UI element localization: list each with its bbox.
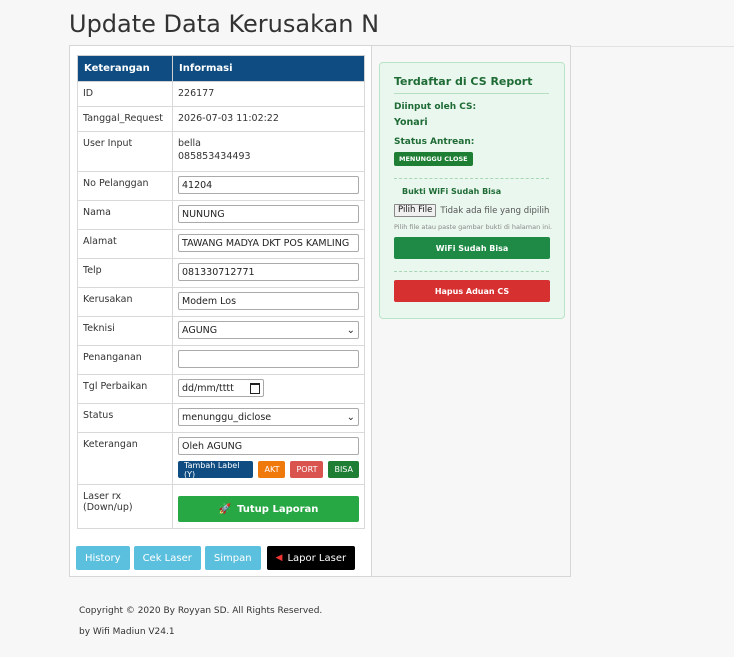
bukti-title: Bukti WiFi Sudah Bisa <box>402 187 502 196</box>
tanggal-label: Tanggal_Request <box>77 106 173 132</box>
divider <box>394 178 549 179</box>
tutup-laporan-label: Tutup Laporan <box>237 503 319 515</box>
tambah-label-button[interactable]: Tambah Label (Y) <box>178 461 254 479</box>
telp-label: Telp <box>77 258 173 288</box>
hapus-aduan-button[interactable]: Hapus Aduan CS <box>394 280 550 302</box>
table-row: Laser rx (Down/up) 🚀 Tutup Laporan <box>77 484 365 529</box>
divider <box>394 271 549 272</box>
laser-label: Laser rx (Down/up) <box>77 484 173 529</box>
table-header-row: Keterangan Informasi <box>77 55 365 82</box>
table-row: Telp 081330712771 <box>77 258 365 288</box>
table-row: Status menunggu_diclose ⌄ <box>77 403 365 433</box>
table-row: Teknisi AGUNG ⌄ <box>77 316 365 346</box>
status-badge: MENUNGGU CLOSE <box>394 152 473 166</box>
status-selected: menunggu_diclose <box>182 411 272 423</box>
file-status: Tidak ada file yang dipilih <box>440 205 550 216</box>
label-button-row: Tambah Label (Y) AKT PORT BISA <box>178 461 359 479</box>
pilih-file-button[interactable]: Pilih File <box>394 204 437 217</box>
footer-copyright: Copyright © 2020 By Royyan SD. All Right… <box>79 606 323 616</box>
megaphone-icon: ◀ <box>275 553 283 563</box>
keterangan-input[interactable]: Oleh AGUNG <box>178 437 359 455</box>
lapor-laser-label: Lapor Laser <box>287 552 347 564</box>
chevron-down-icon: ⌄ <box>346 324 355 336</box>
form-column: Keterangan Informasi ID 226177 Tanggal_R… <box>70 46 372 576</box>
table-row: Tgl Perbaikan dd/mm/tttt <box>77 374 365 404</box>
rocket-icon: 🚀 <box>218 503 232 515</box>
cs-report-title: Terdaftar di CS Report <box>394 75 533 88</box>
file-input[interactable]: Pilih File Tidak ada file yang dipilih <box>394 204 549 217</box>
date-placeholder: dd/mm/tttt <box>182 382 234 394</box>
user-value: bella 085853434493 <box>172 131 365 172</box>
akt-button[interactable]: AKT <box>258 461 286 478</box>
main-panel: Keterangan Informasi ID 226177 Tanggal_R… <box>69 45 571 577</box>
bottom-button-row: History Cek Laser Simpan ◀ Lapor Laser <box>76 546 356 570</box>
page-title: Update Data Kerusakan N <box>69 10 380 38</box>
id-label: ID <box>77 81 173 107</box>
divider <box>394 93 549 94</box>
status-select[interactable]: menunggu_diclose ⌄ <box>178 408 359 426</box>
no-pelanggan-input[interactable]: 41204 <box>178 176 359 194</box>
tgl-perbaikan-input[interactable]: dd/mm/tttt <box>178 379 264 397</box>
cs-report-card: Terdaftar di CS Report Diinput oleh CS: … <box>379 62 565 319</box>
simpan-button[interactable]: Simpan <box>204 546 261 570</box>
teknisi-label: Teknisi <box>77 316 173 346</box>
user-phone: 085853434493 <box>178 151 251 162</box>
footer-version: by Wifi Madiun V24.1 <box>79 627 175 637</box>
wifi-sudah-bisa-button[interactable]: WiFi Sudah Bisa <box>394 237 550 259</box>
diinput-value: Yonari <box>394 117 428 128</box>
history-button[interactable]: History <box>76 546 130 570</box>
cek-laser-button[interactable]: Cek Laser <box>133 546 201 570</box>
status-label: Status <box>77 403 173 433</box>
teknisi-select[interactable]: AGUNG ⌄ <box>178 321 359 339</box>
alamat-label: Alamat <box>77 229 173 259</box>
user-label: User Input <box>77 131 173 172</box>
form-table: Keterangan Informasi ID 226177 Tanggal_R… <box>77 55 365 529</box>
table-row: Penanganan <box>77 345 365 375</box>
table-row: No Pelanggan 41204 <box>77 171 365 201</box>
table-row: User Input bella 085853434493 <box>77 131 365 172</box>
cs-column: Terdaftar di CS Report Diinput oleh CS: … <box>372 46 570 576</box>
kerusakan-label: Kerusakan <box>77 287 173 317</box>
port-button[interactable]: PORT <box>290 461 324 478</box>
telp-input[interactable]: 081330712771 <box>178 263 359 281</box>
table-row: ID 226177 <box>77 81 365 107</box>
chevron-down-icon: ⌄ <box>346 411 355 423</box>
calendar-icon[interactable] <box>250 382 260 394</box>
tutup-laporan-button[interactable]: 🚀 Tutup Laporan <box>178 496 359 522</box>
table-row: Nama NUNUNG <box>77 200 365 230</box>
diinput-label: Diinput oleh CS: <box>394 102 477 112</box>
header-informasi: Informasi <box>172 55 365 82</box>
file-hint: Pilih file atau paste gambar bukti di ha… <box>394 223 553 231</box>
tanggal-value: 2026-07-03 11:02:22 <box>172 106 365 132</box>
id-value: 226177 <box>172 81 365 107</box>
teknisi-selected: AGUNG <box>182 324 218 336</box>
kerusakan-input[interactable]: Modem Los <box>178 292 359 310</box>
keterangan-label: Keterangan <box>77 432 173 485</box>
nama-input[interactable]: NUNUNG <box>178 205 359 223</box>
penanganan-label: Penanganan <box>77 345 173 375</box>
tgl-perbaikan-label: Tgl Perbaikan <box>77 374 173 404</box>
header-keterangan: Keterangan <box>77 55 173 82</box>
lapor-laser-button[interactable]: ◀ Lapor Laser <box>266 546 356 570</box>
bisa-button[interactable]: BISA <box>328 461 359 478</box>
penanganan-input[interactable] <box>178 350 359 368</box>
table-row: Alamat TAWANG MADYA DKT POS KAMLING <box>77 229 365 259</box>
table-row: Tanggal_Request 2026-07-03 11:02:22 <box>77 106 365 132</box>
user-name: bella <box>178 138 201 149</box>
no-pelanggan-label: No Pelanggan <box>77 171 173 201</box>
nama-label: Nama <box>77 200 173 230</box>
table-row: Keterangan Oleh AGUNG Tambah Label (Y) A… <box>77 432 365 485</box>
alamat-input[interactable]: TAWANG MADYA DKT POS KAMLING <box>178 234 359 252</box>
table-row: Kerusakan Modem Los <box>77 287 365 317</box>
status-antrean-label: Status Antrean: <box>394 137 475 147</box>
divider <box>570 46 734 47</box>
